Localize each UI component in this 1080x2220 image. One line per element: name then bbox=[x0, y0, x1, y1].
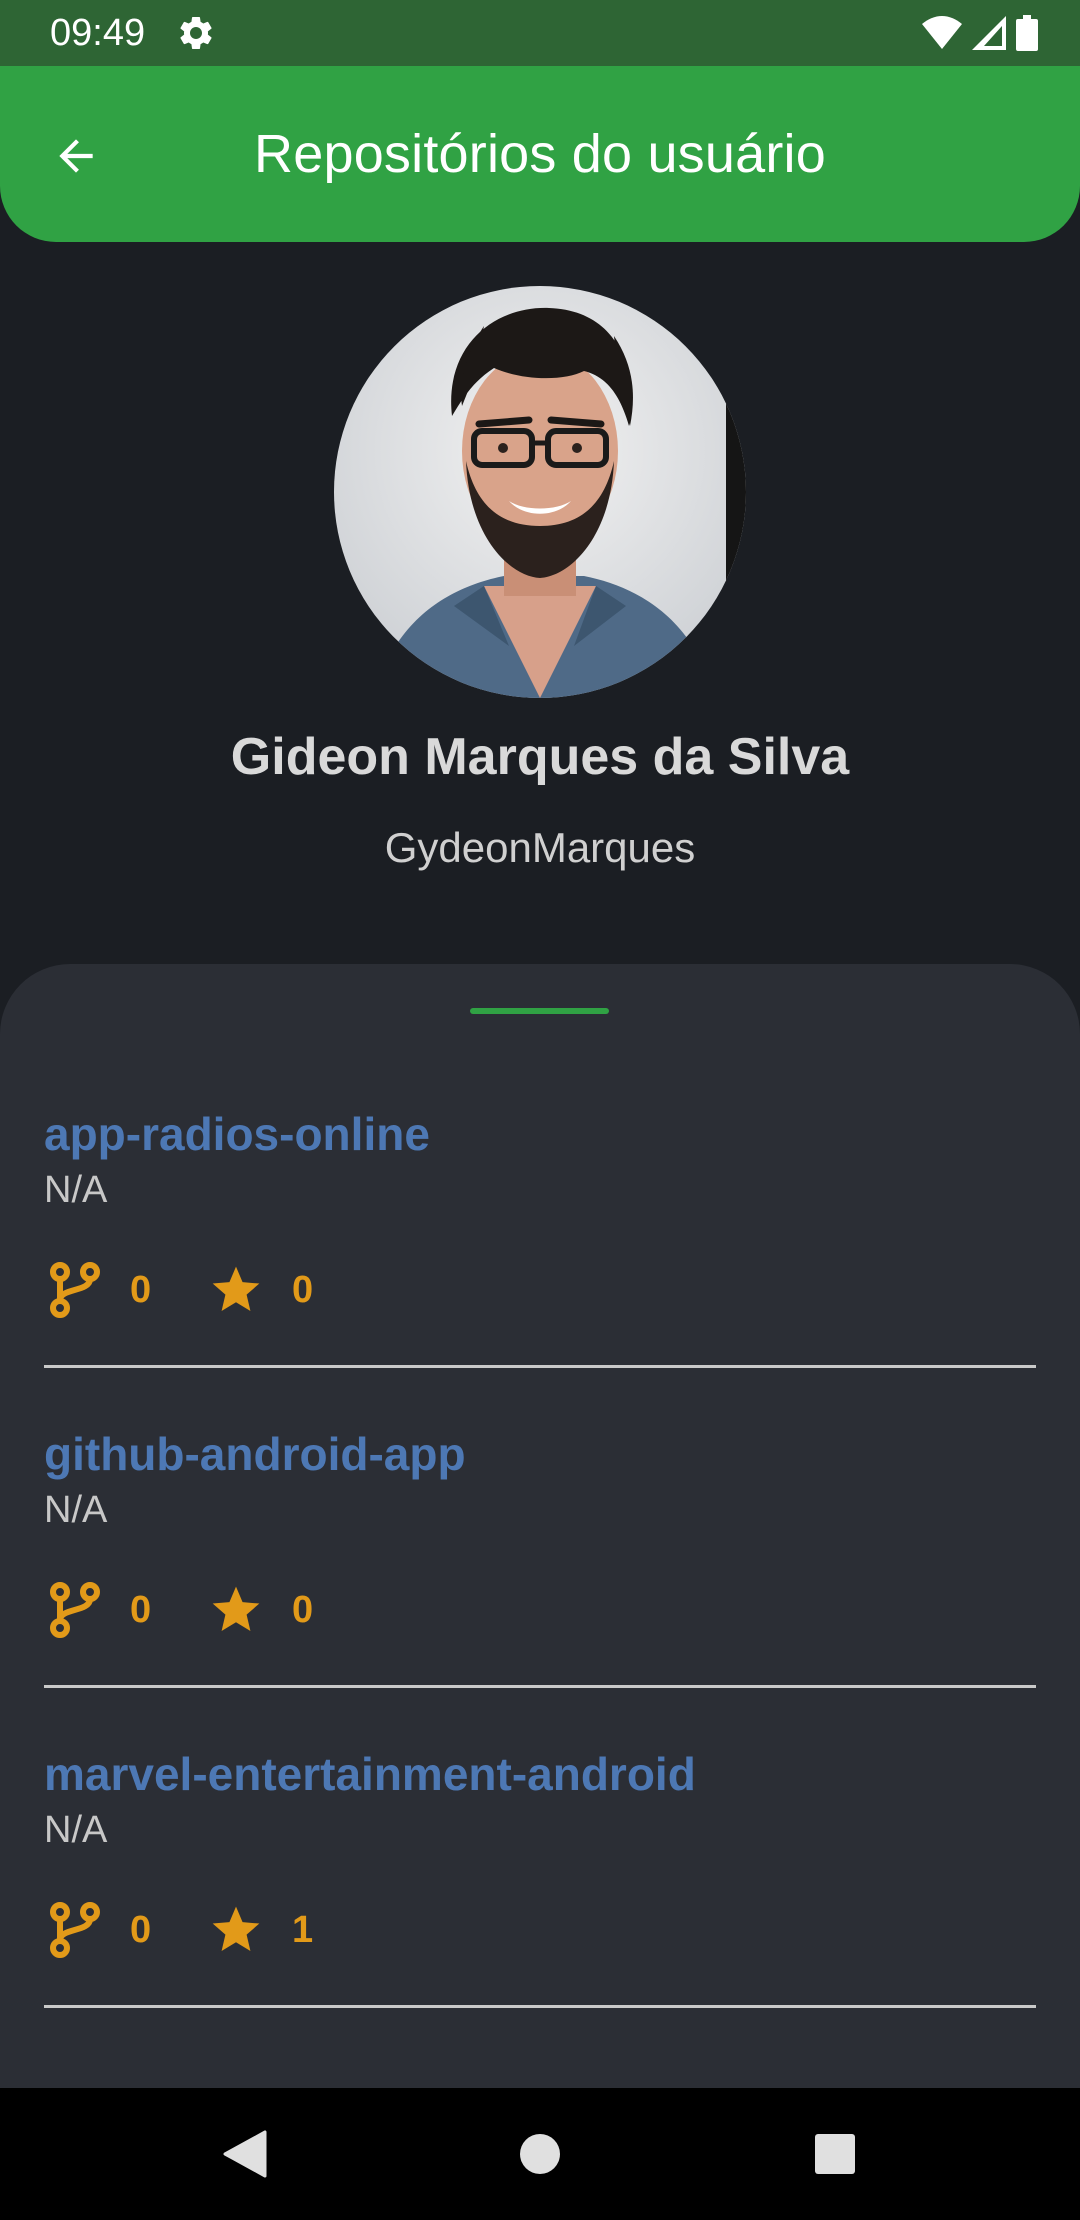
repository-stats: 0 0 bbox=[44, 1258, 322, 1322]
profile-name: Gideon Marques da Silva bbox=[230, 728, 850, 786]
nav-recents-button[interactable] bbox=[803, 2122, 867, 2186]
status-time: 09:49 bbox=[50, 12, 146, 54]
signal-icon bbox=[972, 16, 1006, 50]
system-navigation-bar bbox=[0, 2088, 1080, 2220]
back-button[interactable] bbox=[36, 116, 116, 196]
app-bar: Repositórios do usuário bbox=[0, 66, 1080, 242]
fork-icon bbox=[44, 1260, 104, 1320]
repository-description: N/A bbox=[44, 1809, 108, 1851]
star-count: 0 bbox=[292, 1588, 314, 1631]
status-bar: 09:49 bbox=[0, 0, 1080, 66]
repository-item[interactable]: github-android-app N/A 0 0 bbox=[44, 1424, 1036, 1744]
divider bbox=[44, 1365, 1036, 1368]
fork-icon bbox=[44, 1580, 104, 1640]
star-icon bbox=[206, 1260, 266, 1320]
arrow-back-icon bbox=[59, 139, 93, 173]
divider bbox=[44, 2005, 1036, 2008]
recents-square-icon bbox=[815, 2134, 855, 2174]
repository-stats: 0 0 bbox=[44, 1578, 322, 1642]
repository-name[interactable]: marvel-entertainment-android bbox=[44, 1744, 696, 1804]
repository-item[interactable]: marvel-entertainment-android N/A 0 1 bbox=[44, 1744, 1036, 2064]
status-icons bbox=[922, 12, 1038, 54]
home-circle-icon bbox=[520, 2134, 560, 2174]
repository-description: N/A bbox=[44, 1489, 108, 1531]
star-count: 1 bbox=[292, 1908, 314, 1951]
repository-item[interactable]: app-radios-online N/A 0 0 bbox=[44, 1104, 1036, 1424]
star-icon bbox=[206, 1900, 266, 1960]
gear-icon bbox=[180, 16, 212, 49]
star-count: 0 bbox=[292, 1268, 314, 1311]
page-title: Repositórios do usuário bbox=[254, 124, 826, 184]
fork-count: 0 bbox=[130, 1908, 152, 1951]
repository-description: N/A bbox=[44, 1169, 108, 1211]
back-triangle-icon bbox=[223, 2130, 267, 2178]
repository-name[interactable]: github-android-app bbox=[44, 1424, 466, 1484]
avatar bbox=[334, 286, 746, 698]
star-icon bbox=[206, 1580, 266, 1640]
wifi-icon bbox=[922, 16, 962, 49]
fork-count: 0 bbox=[130, 1268, 152, 1311]
fork-icon bbox=[44, 1900, 104, 1960]
fork-count: 0 bbox=[130, 1588, 152, 1631]
repository-stats: 0 1 bbox=[44, 1898, 322, 1962]
repositories-sheet[interactable]: app-radios-online N/A 0 0 github-android… bbox=[0, 964, 1080, 2088]
nav-home-button[interactable] bbox=[508, 2122, 572, 2186]
repository-name[interactable]: app-radios-online bbox=[44, 1104, 430, 1164]
battery-icon bbox=[1016, 15, 1038, 51]
nav-back-button[interactable] bbox=[212, 2122, 276, 2186]
divider bbox=[44, 1685, 1036, 1688]
profile-login: GydeonMarques bbox=[384, 824, 696, 871]
sheet-drag-handle[interactable] bbox=[470, 1008, 609, 1014]
